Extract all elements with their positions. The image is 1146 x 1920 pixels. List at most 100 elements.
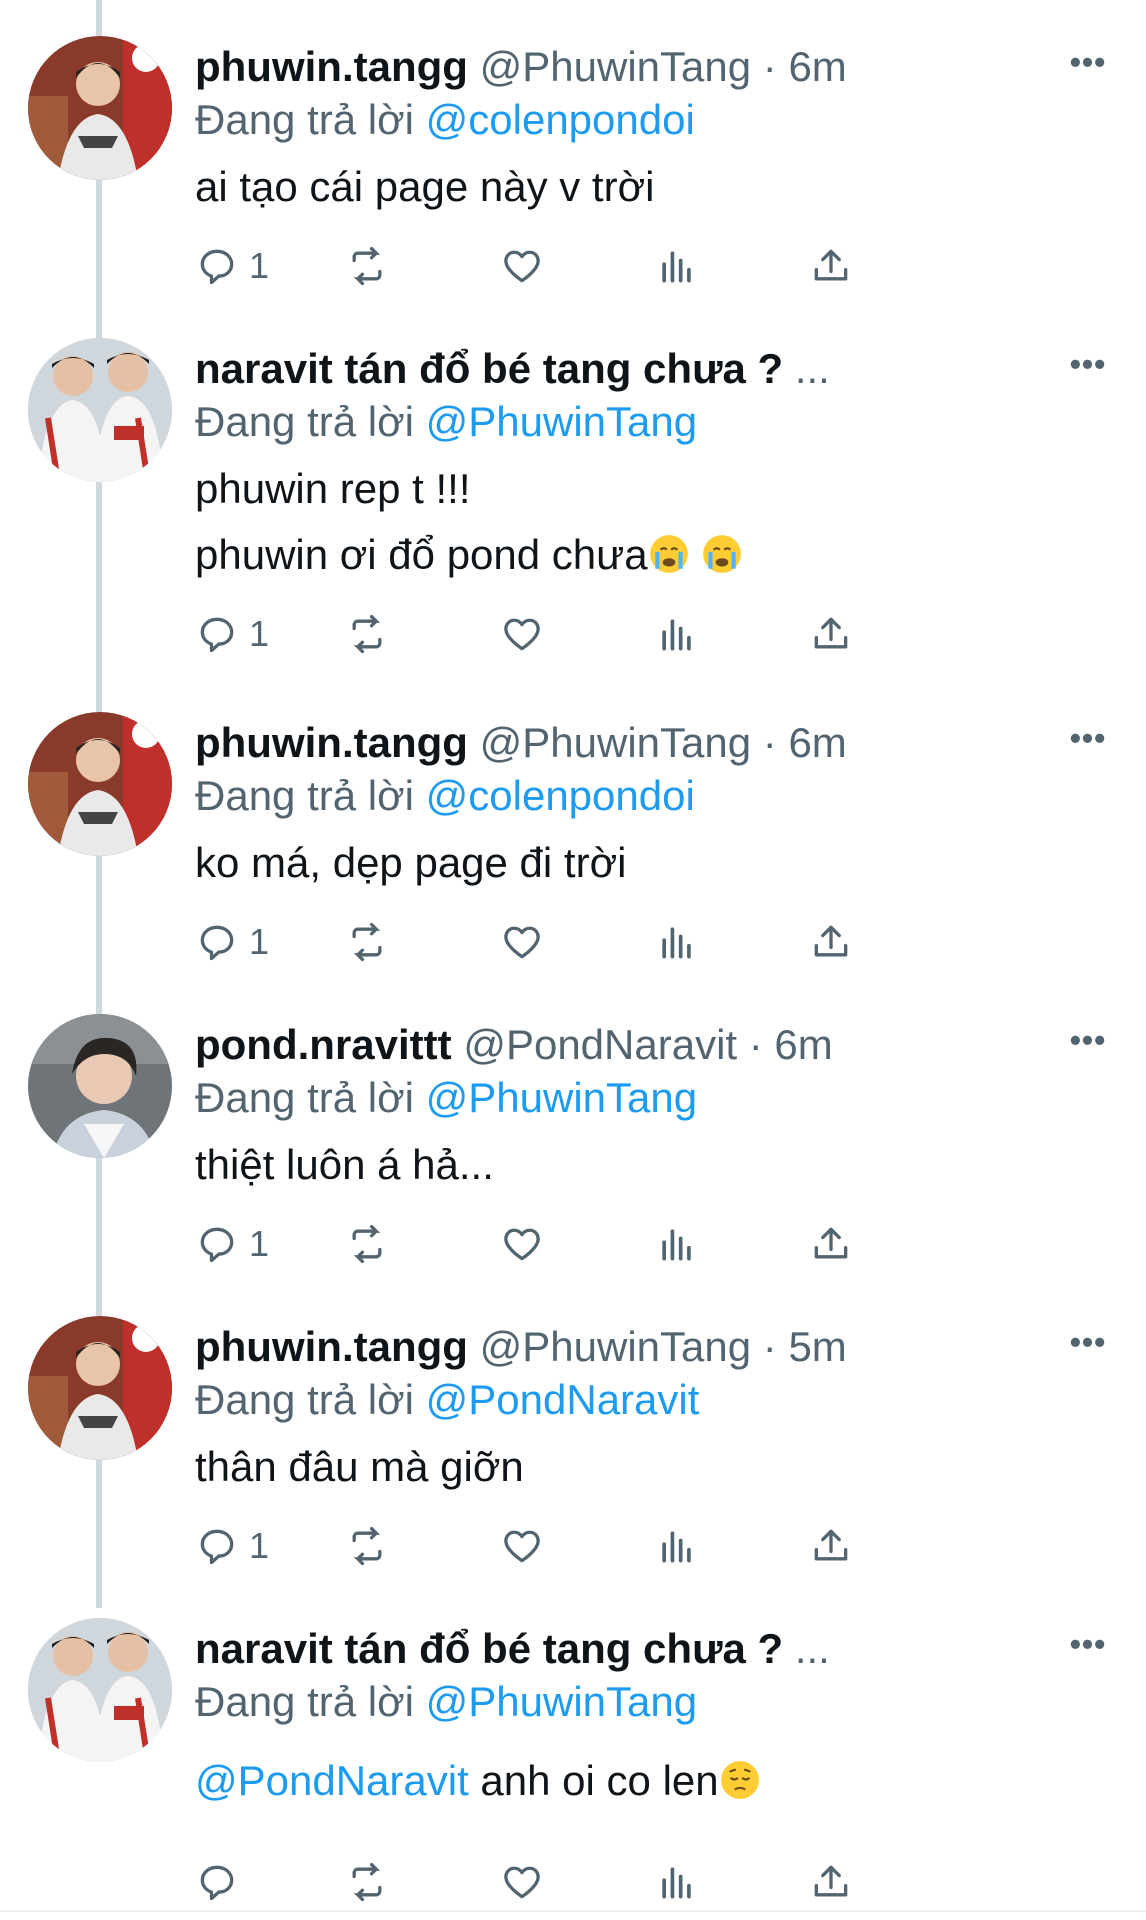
avatar[interactable]	[28, 712, 172, 856]
user-handle[interactable]: @PhuwinTang	[480, 43, 751, 90]
retweet-button[interactable]	[345, 916, 389, 968]
share-upload-icon	[814, 1529, 848, 1561]
views-button[interactable]	[655, 1856, 699, 1908]
views-button[interactable]	[655, 1218, 699, 1270]
user-handle[interactable]: @PhuwinTang	[480, 719, 751, 766]
like-button[interactable]	[500, 916, 544, 968]
reply-button[interactable]: 1	[195, 1520, 269, 1572]
avatar-photo-icon	[28, 712, 172, 856]
retweet-icon	[352, 614, 382, 654]
more-options-icon[interactable]: •••	[1068, 1624, 1108, 1664]
replying-to-handle[interactable]: @PondNaravit	[426, 1376, 700, 1423]
timestamp[interactable]: 6m	[788, 43, 846, 90]
avatar[interactable]	[28, 1618, 172, 1762]
tweet-header: phuwin.tangg @PhuwinTang · 6m	[195, 42, 875, 92]
analytics-bars-icon	[662, 1531, 691, 1563]
like-button[interactable]	[500, 608, 544, 660]
tweet-text: @PondNaravit anh oi co len	[195, 1748, 761, 1814]
more-options-icon[interactable]: •••	[1068, 42, 1108, 82]
timestamp[interactable]: 5m	[788, 1323, 846, 1370]
replying-to-handle[interactable]: @PhuwinTang	[426, 1678, 697, 1725]
replying-to-handle[interactable]: @colenpondoi	[426, 96, 695, 143]
avatar[interactable]	[28, 338, 172, 482]
retweet-button[interactable]	[345, 608, 389, 660]
views-button[interactable]	[655, 1520, 699, 1572]
display-name[interactable]: phuwin.tangg	[195, 43, 468, 90]
avatar[interactable]	[28, 1316, 172, 1460]
display-name[interactable]: phuwin.tangg	[195, 719, 468, 766]
heart-icon	[504, 1866, 540, 1899]
reply-button[interactable]	[195, 1856, 249, 1908]
avatar[interactable]	[28, 1014, 172, 1158]
tweet-actions	[195, 1856, 1015, 1908]
tweet-text: thân đâu mà giỡn	[195, 1443, 524, 1490]
share-button[interactable]	[809, 608, 853, 660]
replying-to-handle[interactable]: @PhuwinTang	[426, 1074, 697, 1121]
like-button[interactable]	[500, 240, 544, 292]
more-options-icon[interactable]: •••	[1068, 1020, 1108, 1060]
retweet-icon	[352, 1224, 382, 1264]
reply-count: 1	[249, 921, 270, 962]
like-button[interactable]	[500, 1520, 544, 1572]
crying-face-emoji-icon	[649, 535, 688, 573]
tweet-actions: 1	[195, 916, 1015, 968]
timestamp[interactable]: 6m	[774, 1021, 832, 1068]
reply-button[interactable]: 1	[195, 1218, 269, 1270]
reply-count: 1	[249, 1525, 270, 1566]
retweet-icon	[352, 246, 382, 286]
replying-to: Đang trả lời @colenpondoi	[195, 770, 695, 822]
tweet-text: thiệt luôn á hả...	[195, 1141, 494, 1188]
replying-to-handle[interactable]: @colenpondoi	[426, 772, 695, 819]
share-button[interactable]	[809, 1218, 853, 1270]
share-button[interactable]	[809, 1856, 853, 1908]
display-name[interactable]: phuwin.tangg	[195, 1323, 468, 1370]
more-options-icon[interactable]: •••	[1068, 1322, 1108, 1362]
avatar[interactable]	[28, 36, 172, 180]
more-options-icon[interactable]: •••	[1068, 344, 1108, 384]
views-button[interactable]	[655, 608, 699, 660]
share-upload-icon	[814, 249, 848, 281]
reply-button[interactable]: 1	[195, 916, 269, 968]
reply-count: 1	[249, 1223, 270, 1264]
retweet-button[interactable]	[345, 1218, 389, 1270]
reply-bubble-icon	[200, 925, 234, 961]
share-upload-icon	[814, 1865, 848, 1897]
display-name[interactable]: naravit tán đổ bé tang chưa ?	[195, 1625, 783, 1672]
retweet-button[interactable]	[345, 240, 389, 292]
retweet-button[interactable]	[345, 1520, 389, 1572]
reply-bubble-icon	[200, 1227, 234, 1263]
more-options-icon[interactable]: •••	[1068, 718, 1108, 758]
heart-icon	[504, 250, 540, 283]
replying-to-handle[interactable]: @PhuwinTang	[426, 398, 697, 445]
share-button[interactable]	[809, 240, 853, 292]
reply-button[interactable]: 1	[195, 240, 269, 292]
share-button[interactable]	[809, 916, 853, 968]
display-name-truncation: ...	[794, 1625, 830, 1672]
mention-link[interactable]: @PondNaravit	[195, 1757, 469, 1804]
tweet-text-line-2: phuwin ơi đổ pond chưa	[195, 522, 743, 588]
like-button[interactable]	[500, 1856, 544, 1908]
retweet-button[interactable]	[345, 1856, 389, 1908]
tweet-header: phuwin.tangg @PhuwinTang · 5m	[195, 1322, 875, 1372]
reply-button[interactable]: 1	[195, 608, 269, 660]
analytics-bars-icon	[662, 251, 691, 283]
views-button[interactable]	[655, 916, 699, 968]
replying-to-label: Đang trả lời	[195, 1074, 414, 1121]
avatar-photo-icon	[28, 1014, 172, 1158]
user-handle[interactable]: @PhuwinTang	[480, 1323, 751, 1370]
tweet-text: phuwin rep t !!!	[195, 465, 471, 512]
timestamp[interactable]: 6m	[788, 719, 846, 766]
replying-to-label: Đang trả lời	[195, 1376, 414, 1423]
heart-icon	[504, 618, 540, 651]
share-upload-icon	[814, 617, 848, 649]
tweet-actions: 1	[195, 240, 1015, 292]
tweet-text: ai tạo cái page này v trời	[195, 163, 655, 210]
user-handle[interactable]: @PondNaravit	[463, 1021, 737, 1068]
display-name[interactable]: pond.nravittt	[195, 1021, 452, 1068]
avatar-photo-icon	[28, 1316, 172, 1460]
display-name[interactable]: naravit tán đổ bé tang chưa ?	[195, 345, 783, 392]
like-button[interactable]	[500, 1218, 544, 1270]
reply-bubble-icon	[200, 1529, 234, 1565]
views-button[interactable]	[655, 240, 699, 292]
share-button[interactable]	[809, 1520, 853, 1572]
